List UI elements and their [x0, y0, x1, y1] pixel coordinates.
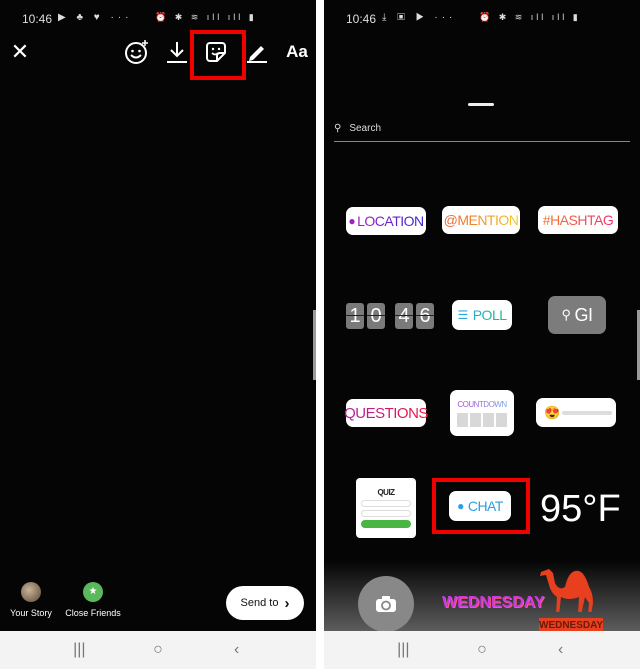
poll-label: POLL: [472, 307, 507, 323]
location-sticker[interactable]: ● LOCATION: [346, 207, 426, 235]
avatar: [21, 582, 41, 602]
notification-icons: ⤓ ▣ ▶ ···: [382, 12, 457, 23]
questions-label: QUESTIONS: [344, 404, 428, 422]
notification-icons: ▶ ♣ ♥ ···: [58, 12, 133, 23]
system-nav-bar: ||| ○ ‹: [324, 631, 640, 669]
clock-digit: 4: [395, 303, 413, 329]
chat-label: CHAT: [467, 498, 504, 514]
recents-button[interactable]: |||: [383, 641, 423, 659]
location-label: LOCATION: [357, 213, 424, 229]
camel-day-sticker[interactable]: WEDNESDAY: [539, 566, 605, 634]
gif-sticker[interactable]: ⚲ GI: [548, 296, 606, 334]
temperature-sticker[interactable]: 95°F: [540, 488, 621, 531]
close-button[interactable]: ✕: [8, 36, 32, 68]
story-editor-screen: 10:46 ▶ ♣ ♥ ··· ⏰ ✱ ≋ ıll ıll ▮ ✕ Aa You…: [0, 0, 316, 669]
slider-track: [561, 410, 612, 415]
poll-sticker[interactable]: ☰ POLL: [452, 300, 512, 330]
quiz-label: QUIZ: [377, 488, 395, 497]
sticker-tray-screen: 10:46 ⤓ ▣ ▶ ··· ⏰ ✱ ≋ ıll ıll ▮ ⚲ Search…: [324, 0, 640, 669]
send-to-button[interactable]: Send to ›: [226, 586, 304, 620]
camel-icon: [540, 569, 593, 615]
editor-toolbar: ✕ Aa: [0, 36, 316, 68]
text-button[interactable]: Aa: [282, 36, 312, 68]
recents-button[interactable]: |||: [59, 641, 99, 659]
questions-sticker[interactable]: QUESTIONS: [344, 399, 428, 427]
chat-bubble-icon: ●: [457, 499, 464, 513]
back-button[interactable]: ‹: [541, 641, 581, 659]
quiz-correct-answer: [361, 520, 411, 528]
your-story-label: Your Story: [10, 608, 52, 618]
home-button[interactable]: ○: [138, 641, 178, 659]
system-status-icons: ⏰ ✱ ≋ ıll ıll ▮: [479, 12, 581, 22]
location-pin-icon: ●: [348, 214, 356, 228]
emoji-slider-sticker[interactable]: 😍: [536, 398, 616, 427]
status-time: 10:46: [22, 12, 53, 26]
share-options: Your Story ★ Close Friends Send to ›: [0, 582, 316, 632]
heart-eyes-emoji-icon: 😍: [544, 404, 560, 420]
sticker-search[interactable]: ⚲ Search: [334, 116, 630, 142]
face-effects-button[interactable]: [122, 36, 152, 68]
close-friends-option[interactable]: ★ Close Friends: [62, 582, 124, 618]
star-icon: ★: [83, 582, 103, 602]
camera-button[interactable]: [358, 576, 414, 632]
back-button[interactable]: ‹: [217, 641, 257, 659]
text-tool-label: Aa: [286, 42, 308, 61]
search-icon: ⚲: [561, 307, 571, 322]
close-friends-label: Close Friends: [65, 608, 121, 618]
mention-label: @MENTION: [443, 212, 519, 228]
camera-icon: [376, 596, 396, 612]
face-effects-icon: [125, 40, 148, 64]
search-input[interactable]: Search: [349, 123, 381, 134]
status-bar: 10:46 ▶ ♣ ♥ ··· ⏰ ✱ ≋ ıll ıll ▮: [0, 10, 316, 30]
status-bar: 10:46 ⤓ ▣ ▶ ··· ⏰ ✱ ≋ ıll ıll ▮: [324, 10, 640, 30]
hashtag-sticker[interactable]: #HASHTAG: [538, 206, 618, 234]
gif-label: GI: [574, 304, 594, 325]
status-time: 10:46: [346, 12, 377, 26]
send-to-label: Send to: [240, 597, 279, 609]
your-story-option[interactable]: Your Story: [6, 582, 56, 618]
clock-sticker[interactable]: 1 0 4 6: [346, 303, 434, 329]
tray-drag-handle[interactable]: [468, 103, 494, 106]
clock-digit: 0: [367, 303, 385, 329]
pen-icon: [247, 46, 267, 63]
mention-sticker[interactable]: @MENTION: [442, 206, 520, 234]
download-icon: [167, 42, 187, 63]
wednesday-sticker[interactable]: WEDNESDAY: [442, 594, 545, 612]
countdown-boxes: [457, 412, 507, 427]
draw-button[interactable]: [244, 36, 270, 68]
clock-digit: 1: [346, 303, 364, 329]
home-button[interactable]: ○: [462, 641, 502, 659]
poll-lines-icon: ☰: [457, 308, 468, 322]
close-icon: ✕: [10, 39, 30, 64]
sticker-highlight-box: [190, 30, 246, 80]
divider: [316, 0, 324, 669]
countdown-label: COUNTDOWN: [457, 399, 507, 409]
search-icon: ⚲: [334, 123, 342, 134]
download-button[interactable]: [164, 36, 190, 68]
system-status-icons: ⏰ ✱ ≋ ıll ıll ▮: [155, 12, 257, 22]
hashtag-label: #HASHTAG: [542, 212, 614, 228]
system-nav-bar: ||| ○ ‹: [0, 631, 316, 669]
chevron-right-icon: ›: [284, 594, 290, 612]
countdown-sticker[interactable]: COUNTDOWN: [450, 390, 514, 436]
clock-digit: 6: [416, 303, 434, 329]
chat-sticker[interactable]: ● CHAT: [449, 491, 511, 521]
quiz-sticker[interactable]: QUIZ: [356, 478, 416, 538]
